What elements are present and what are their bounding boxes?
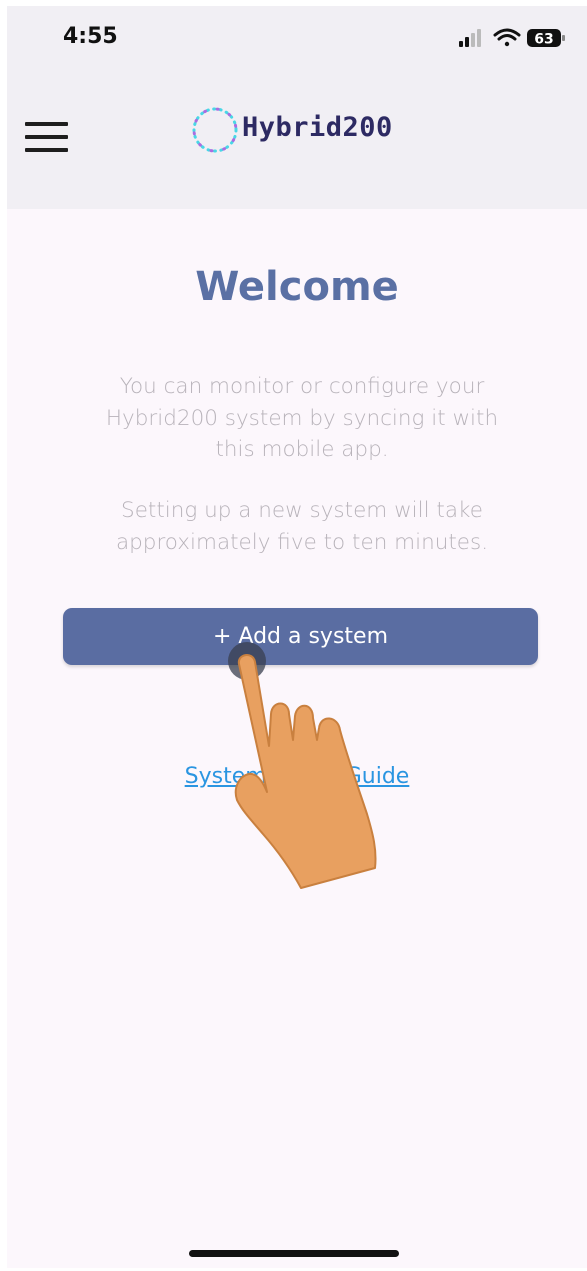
page-title: Welcome bbox=[195, 264, 399, 310]
status-time: 4:55 bbox=[63, 24, 118, 49]
menu-button[interactable] bbox=[25, 122, 69, 154]
app-name: Hybrid200 bbox=[242, 112, 393, 143]
intro-text: You can monitor or configure your Hybrid… bbox=[105, 374, 499, 462]
battery-level: 63 bbox=[534, 32, 553, 48]
dotted-ring-logo-icon bbox=[192, 107, 238, 153]
hamburger-menu-icon bbox=[25, 122, 68, 126]
home-indicator[interactable] bbox=[189, 1250, 399, 1257]
top-bar: 4:55 63 Hybrid200 bbox=[7, 6, 587, 209]
battery-icon: 63 bbox=[527, 29, 565, 48]
cellular-signal-icon bbox=[459, 29, 481, 47]
app-logo: Hybrid200 bbox=[188, 100, 418, 160]
wifi-icon bbox=[493, 28, 521, 47]
status-icons: 63 bbox=[459, 28, 565, 48]
pointing-hand-icon bbox=[228, 642, 377, 889]
app-screen: 4:55 63 Hybrid200 Welcome You can monito… bbox=[7, 6, 587, 1268]
setup-time-text: Setting up a new system will take approx… bbox=[115, 498, 489, 555]
